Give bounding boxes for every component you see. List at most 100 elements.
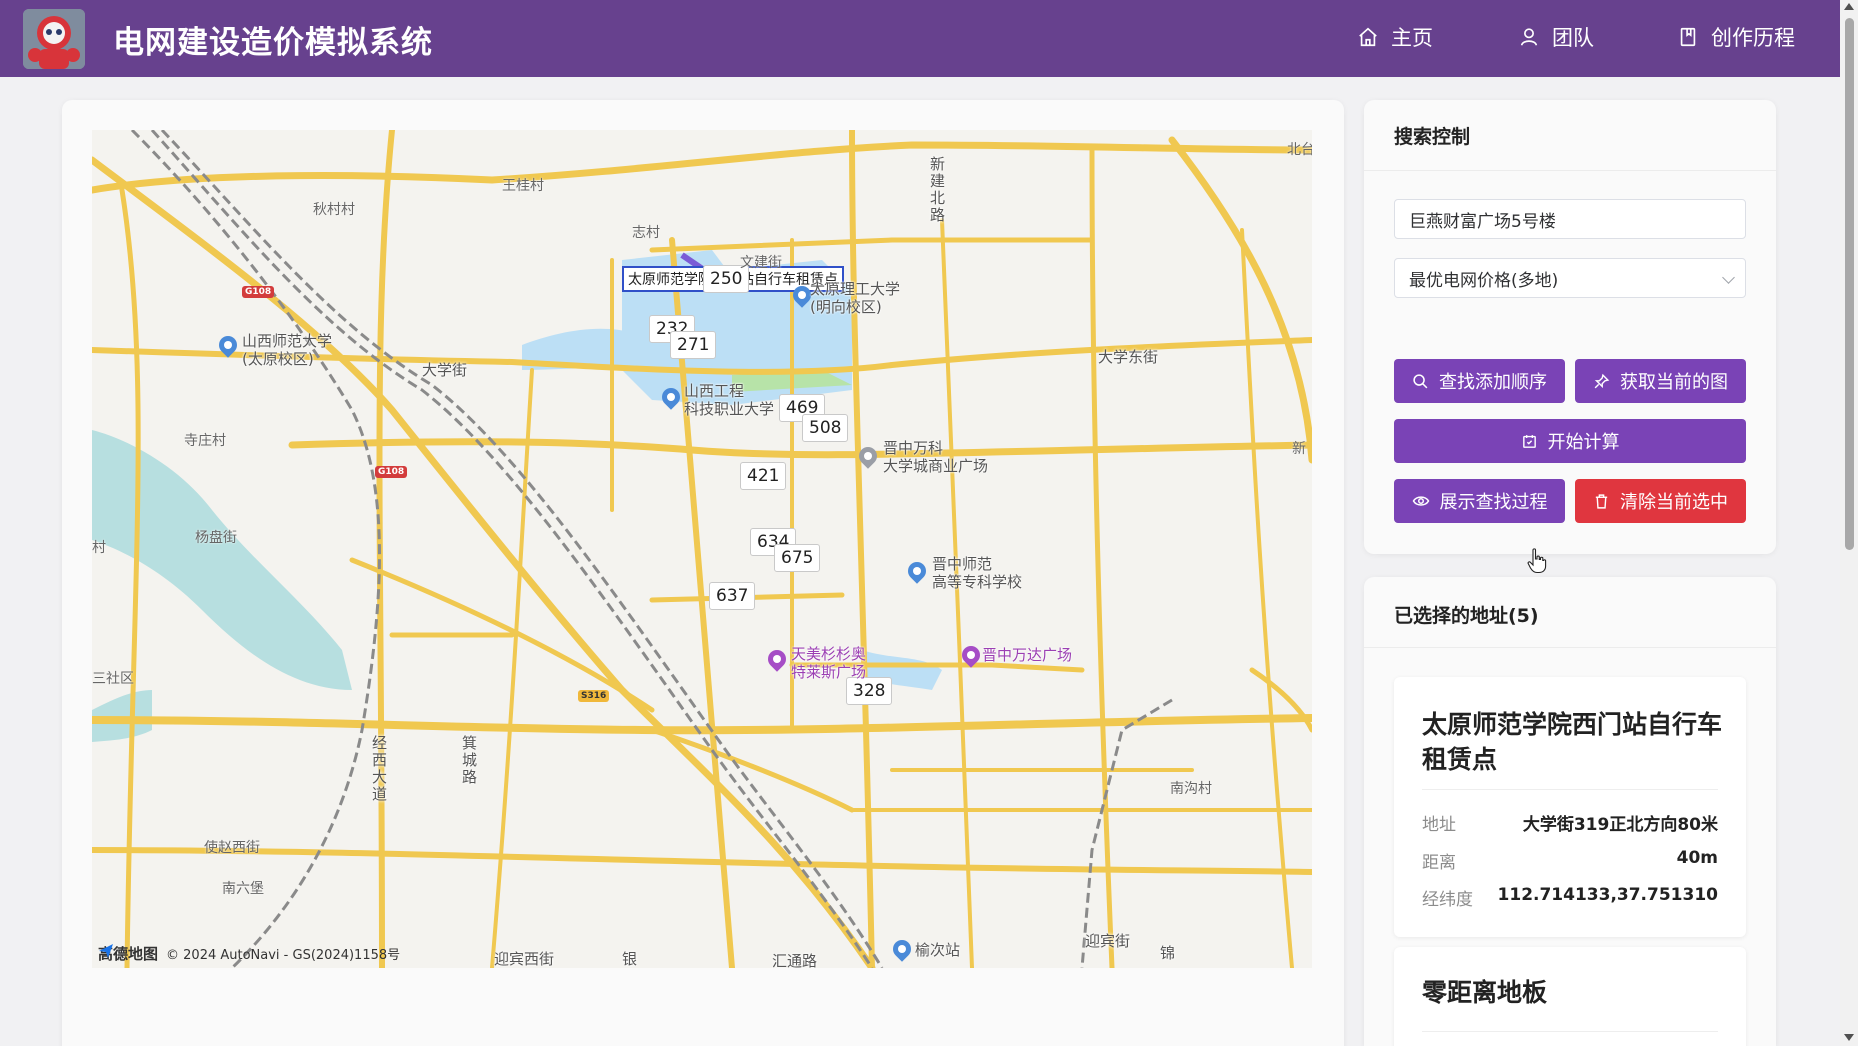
road-label: 锦 [1160, 944, 1176, 962]
village-label: 南沟村 [1170, 781, 1212, 797]
poi-label: 榆次站 [915, 941, 961, 959]
coords-value: 112.714133,37.751310 [1497, 885, 1718, 905]
village-label: 北台 [1287, 142, 1312, 158]
road-label: 迎宾街 [1085, 932, 1131, 950]
address-label: 地址 [1422, 815, 1456, 835]
app-logo [23, 9, 85, 69]
village-label: 王桂村 [502, 178, 544, 194]
search-icon [1413, 373, 1428, 388]
hand-cursor-icon [1527, 548, 1547, 574]
nav-home[interactable]: 主页 [1357, 22, 1433, 52]
divider [1364, 170, 1776, 171]
route-marker[interactable]: 271 [670, 331, 717, 359]
map-copyright: © 2024 AutoNavi - GS(2024)1158号 [166, 948, 401, 963]
search-input[interactable]: 巨燕财富广场5号楼 [1394, 199, 1746, 239]
calendar-check-icon [1522, 434, 1536, 448]
road-label: 银 [622, 950, 638, 968]
village-label: 南六堡 [222, 881, 264, 897]
selected-addresses-panel: 已选择的地址(5) 太原师范学院西门站自行车租赁点 地址 大学街319正北方向8… [1364, 577, 1776, 1046]
poi-label: 晋中万科 大学城商业广场 [883, 439, 989, 475]
village-label: 杨盘街 [195, 530, 237, 546]
top-header: 电网建设造价模拟系统 主页 团队 创作历程 [0, 0, 1840, 77]
address-name: 太原师范学院西门站自行车租赁点 [1422, 710, 1723, 774]
nav-team-label: 团队 [1552, 26, 1594, 50]
scroll-up-arrow-icon[interactable] [1844, 3, 1854, 10]
address-card[interactable]: 零距离地板 [1394, 947, 1746, 1046]
route-marker[interactable]: 421 [740, 462, 787, 490]
address-name: 零距离地板 [1422, 978, 1548, 1007]
find-order-label: 查找添加顺序 [1439, 372, 1547, 393]
nav-history-label: 创作历程 [1711, 26, 1795, 50]
get-map-label: 获取当前的图 [1620, 372, 1728, 393]
road-label: 经西大道 [372, 734, 388, 803]
poi-label: 晋中师范 高等专科学校 [932, 555, 1023, 591]
road-label: 箕城路 [462, 734, 478, 786]
village-label: 秋村村 [313, 202, 355, 218]
get-map-button[interactable]: 获取当前的图 [1575, 359, 1746, 403]
village-label: 志村 [632, 225, 660, 241]
poi-label: 天美杉杉奥 特莱斯广场 [791, 645, 867, 681]
eye-icon [1412, 496, 1429, 506]
road-label: 大学街 [422, 361, 468, 379]
show-process-button[interactable]: 展示查找过程 [1394, 479, 1565, 523]
route-marker[interactable]: 508 [802, 414, 849, 442]
amap-logo-icon [99, 944, 113, 958]
clear-selection-label: 清除当前选中 [1620, 492, 1728, 513]
nav-home-label: 主页 [1391, 26, 1433, 50]
route-marker[interactable]: 328 [846, 677, 893, 705]
village-label: 三社区 [92, 671, 134, 687]
road-label: 新建北路 [930, 155, 946, 224]
nav-history[interactable]: 创作历程 [1677, 22, 1795, 52]
trash-icon [1595, 493, 1608, 509]
road-label: 大学东街 [1098, 348, 1159, 366]
map-attribution: 高德地图 © 2024 AutoNavi - GS(2024)1158号 [98, 943, 400, 964]
divider [1422, 1031, 1718, 1032]
coords-label: 经纬度 [1422, 890, 1473, 910]
village-label: 新 [1292, 441, 1306, 457]
map-roads [92, 130, 1312, 968]
nav-team[interactable]: 团队 [1518, 22, 1594, 52]
clear-selection-button[interactable]: 清除当前选中 [1575, 479, 1746, 523]
start-calc-label: 开始计算 [1547, 432, 1620, 453]
start-calc-button[interactable]: 开始计算 [1394, 419, 1746, 463]
address-value: 大学街319正北方向80米 [1522, 815, 1718, 835]
highway-shield: S316 [578, 690, 610, 702]
scroll-thumb[interactable] [1845, 18, 1854, 550]
poi-label: 太原理工大学 (明向校区) [810, 280, 901, 316]
poi-label: 晋中万达广场 [982, 646, 1073, 664]
route-marker[interactable]: 675 [774, 544, 821, 572]
divider [1422, 789, 1718, 790]
village-label: 寺庄村 [184, 433, 226, 449]
scroll-down-arrow-icon[interactable] [1844, 1034, 1854, 1041]
pin-icon [1594, 373, 1610, 388]
route-marker[interactable]: 637 [709, 582, 756, 610]
road-label: 迎宾西街 [494, 950, 555, 968]
app-title: 电网建设造价模拟系统 [113, 25, 433, 61]
highway-shield: G108 [242, 286, 275, 298]
address-row: 地址 大学街319正北方向80米 [1422, 810, 1718, 835]
book-icon [1680, 27, 1696, 47]
village-label: 使赵西街 [204, 840, 260, 856]
chevron-down-icon [1722, 271, 1735, 284]
selected-title: 已选择的地址(5) [1394, 605, 1539, 627]
user-icon [1520, 28, 1538, 46]
poi-label: 山西师范大学 (太原校区) [242, 332, 333, 368]
address-card[interactable]: 太原师范学院西门站自行车租赁点 地址 大学街319正北方向80米 距离 40m … [1394, 677, 1746, 937]
divider [1364, 647, 1776, 648]
coords-row: 经纬度 112.714133,37.751310 [1422, 885, 1718, 910]
map-view[interactable]: 太原师范学院西门站自行车租赁点 250 232 271 469 508 421 … [92, 130, 1312, 968]
village-label: 村 [92, 540, 106, 556]
mode-select[interactable]: 最优电网价格(多地) [1394, 258, 1746, 298]
find-order-button[interactable]: 查找添加顺序 [1394, 359, 1565, 403]
distance-row: 距离 40m [1422, 848, 1718, 873]
show-process-label: 展示查找过程 [1439, 492, 1548, 513]
distance-label: 距离 [1422, 853, 1456, 873]
mode-select-value: 最优电网价格(多地) [1409, 270, 1559, 291]
distance-value: 40m [1676, 848, 1718, 868]
village-label: 文建街 [740, 255, 782, 271]
highway-shield: G108 [375, 466, 408, 478]
search-control-panel: 搜索控制 巨燕财富广场5号楼 最优电网价格(多地) 查找添加顺序 获取当前的图 … [1364, 100, 1776, 554]
page-scrollbar[interactable] [1840, 0, 1858, 1046]
poi-label: 山西工程 科技职业大学 [684, 382, 775, 418]
home-icon [1359, 27, 1377, 47]
